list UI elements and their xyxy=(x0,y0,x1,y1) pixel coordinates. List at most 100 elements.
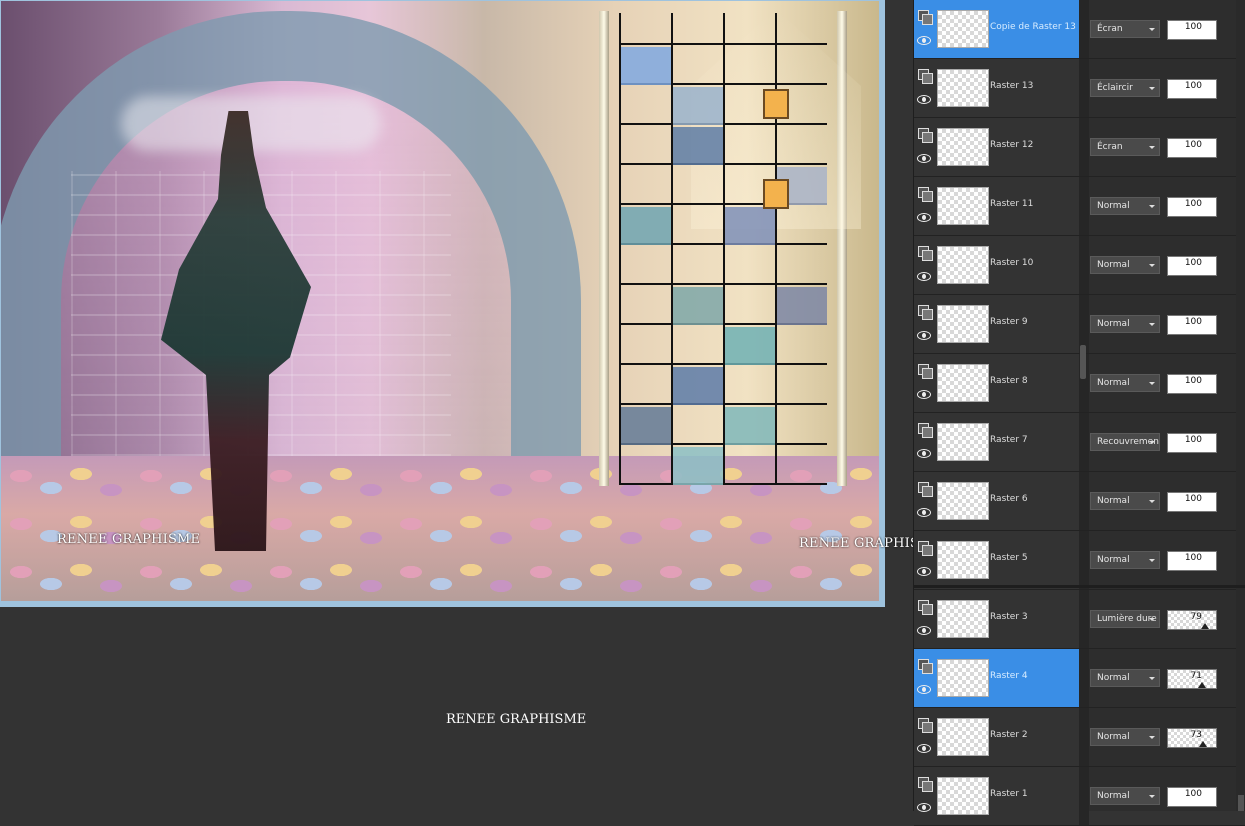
layer-row-main[interactable]: Raster 13 xyxy=(914,59,1079,117)
layer-thumbnail[interactable] xyxy=(937,423,989,461)
image-canvas[interactable]: RENEE GRAPHISME xyxy=(1,1,879,601)
layer-thumbnail[interactable] xyxy=(937,541,989,579)
visibility-eye-icon[interactable] xyxy=(917,567,931,576)
opacity-slider[interactable]: 73 xyxy=(1167,728,1217,748)
layer-thumbnail[interactable] xyxy=(937,246,989,284)
opacity-slider[interactable]: 100 xyxy=(1167,256,1217,276)
layer-group-icon[interactable] xyxy=(918,128,933,143)
layer-thumbnail[interactable] xyxy=(937,482,989,520)
visibility-eye-icon[interactable] xyxy=(917,685,931,694)
visibility-eye-icon[interactable] xyxy=(917,508,931,517)
layer-row[interactable]: Raster 5 Normal 100 xyxy=(914,531,1245,590)
layer-row[interactable]: Raster 6 Normal 100 xyxy=(914,472,1245,531)
layer-group-icon[interactable] xyxy=(918,305,933,320)
layer-row-main[interactable]: Raster 2 xyxy=(914,708,1079,766)
opacity-slider[interactable]: 100 xyxy=(1167,433,1217,453)
blend-mode-dropdown[interactable]: Normal xyxy=(1090,669,1160,687)
opacity-slider[interactable]: 100 xyxy=(1167,138,1217,158)
layer-row-main[interactable]: Raster 3 xyxy=(914,590,1079,648)
opacity-slider-knob[interactable] xyxy=(1201,623,1210,629)
blend-mode-dropdown[interactable]: Éclaircir xyxy=(1090,79,1160,97)
layer-row-main[interactable]: Raster 9 xyxy=(914,295,1079,353)
blend-mode-dropdown[interactable]: Écran xyxy=(1090,138,1160,156)
blend-mode-dropdown[interactable]: Normal xyxy=(1090,551,1160,569)
blend-mode-dropdown[interactable]: Normal xyxy=(1090,374,1160,392)
visibility-eye-icon[interactable] xyxy=(917,272,931,281)
layer-row-main[interactable]: Raster 10 xyxy=(914,236,1079,294)
blend-mode-dropdown[interactable]: Normal xyxy=(1090,492,1160,510)
layer-row[interactable]: Raster 3 Lumière dure 79 xyxy=(914,590,1245,649)
layer-row[interactable]: Raster 10 Normal 100 xyxy=(914,236,1245,295)
opacity-slider[interactable]: 79 xyxy=(1167,610,1217,630)
layer-row-main[interactable]: Copie de Raster 13 xyxy=(914,0,1079,58)
blend-mode-dropdown[interactable]: Écran xyxy=(1090,20,1160,38)
blend-mode-dropdown[interactable]: Normal xyxy=(1090,787,1160,805)
layer-thumbnail[interactable] xyxy=(937,777,989,815)
opacity-slider[interactable]: 100 xyxy=(1167,374,1217,394)
opacity-slider[interactable]: 100 xyxy=(1167,492,1217,512)
opacity-slider[interactable]: 100 xyxy=(1167,197,1217,217)
blend-mode-dropdown[interactable]: Normal xyxy=(1090,256,1160,274)
layer-row[interactable]: Raster 2 Normal 73 xyxy=(914,708,1245,767)
opacity-slider[interactable]: 71 xyxy=(1167,669,1217,689)
opacity-slider-knob[interactable] xyxy=(1197,682,1206,688)
opacity-slider[interactable]: 100 xyxy=(1167,20,1217,40)
layer-row[interactable]: Raster 7 Recouvrement 100 xyxy=(914,413,1245,472)
layer-group-icon[interactable] xyxy=(918,482,933,497)
layer-group-icon[interactable] xyxy=(918,541,933,556)
layer-row-main[interactable]: Raster 11 xyxy=(914,177,1079,235)
layer-row-main[interactable]: Raster 6 xyxy=(914,472,1079,530)
layer-group-icon[interactable] xyxy=(918,246,933,261)
layer-thumbnail[interactable] xyxy=(937,718,989,756)
visibility-eye-icon[interactable] xyxy=(917,449,931,458)
visibility-eye-icon[interactable] xyxy=(917,213,931,222)
layer-thumbnail[interactable] xyxy=(937,187,989,225)
visibility-eye-icon[interactable] xyxy=(917,626,931,635)
layer-row-main[interactable]: Raster 7 xyxy=(914,413,1079,471)
layer-thumbnail[interactable] xyxy=(937,364,989,402)
panel-scrollbar[interactable] xyxy=(1236,0,1245,811)
opacity-slider-knob[interactable] xyxy=(1198,741,1207,747)
visibility-eye-icon[interactable] xyxy=(917,154,931,163)
layer-thumbnail[interactable] xyxy=(937,600,989,638)
layer-group-icon[interactable] xyxy=(918,423,933,438)
opacity-slider[interactable]: 100 xyxy=(1167,315,1217,335)
visibility-eye-icon[interactable] xyxy=(917,331,931,340)
layer-row[interactable]: Copie de Raster 13 Écran 100 xyxy=(914,0,1245,59)
blend-mode-dropdown[interactable]: Lumière dure xyxy=(1090,610,1160,628)
layer-thumbnail[interactable] xyxy=(937,128,989,166)
layer-row-main[interactable]: Raster 5 xyxy=(914,531,1079,589)
blend-mode-dropdown[interactable]: Recouvrement xyxy=(1090,433,1160,451)
layer-row[interactable]: Raster 12 Écran 100 xyxy=(914,118,1245,177)
visibility-eye-icon[interactable] xyxy=(917,95,931,104)
blend-mode-dropdown[interactable]: Normal xyxy=(1090,315,1160,333)
opacity-slider[interactable]: 100 xyxy=(1167,79,1217,99)
layer-thumbnail[interactable] xyxy=(937,69,989,107)
layer-row[interactable]: Raster 11 Normal 100 xyxy=(914,177,1245,236)
panel-splitter-handle[interactable] xyxy=(1080,345,1086,379)
opacity-slider[interactable]: 100 xyxy=(1167,787,1217,807)
opacity-slider[interactable]: 100 xyxy=(1167,551,1217,571)
visibility-eye-icon[interactable] xyxy=(917,36,931,45)
layer-row-main[interactable]: Raster 1 xyxy=(914,767,1079,825)
scrollbar-thumb[interactable] xyxy=(1238,795,1244,811)
layer-group-icon[interactable] xyxy=(918,187,933,202)
visibility-eye-icon[interactable] xyxy=(917,744,931,753)
layer-group-icon[interactable] xyxy=(918,10,933,25)
layer-thumbnail[interactable] xyxy=(937,305,989,343)
blend-mode-dropdown[interactable]: Normal xyxy=(1090,728,1160,746)
layer-row-main[interactable]: Raster 4 xyxy=(914,649,1079,707)
layer-group-icon[interactable] xyxy=(918,659,933,674)
layer-thumbnail[interactable] xyxy=(937,659,989,697)
layer-thumbnail[interactable] xyxy=(937,10,989,48)
layer-group-icon[interactable] xyxy=(918,364,933,379)
layer-row[interactable]: Raster 1 Normal 100 xyxy=(914,767,1245,826)
layer-row[interactable]: Raster 13 Éclaircir 100 xyxy=(914,59,1245,118)
layer-row[interactable]: Raster 4 Normal 71 xyxy=(914,649,1245,708)
layer-row-main[interactable]: Raster 12 xyxy=(914,118,1079,176)
layer-group-icon[interactable] xyxy=(918,600,933,615)
layer-group-icon[interactable] xyxy=(918,718,933,733)
layer-row-main[interactable]: Raster 8 xyxy=(914,354,1079,412)
layer-group-icon[interactable] xyxy=(918,777,933,792)
layer-group-icon[interactable] xyxy=(918,69,933,84)
